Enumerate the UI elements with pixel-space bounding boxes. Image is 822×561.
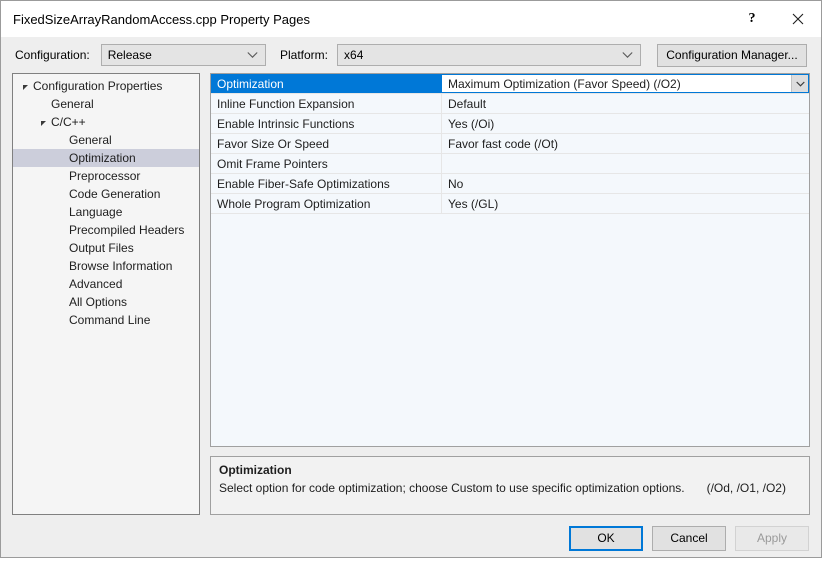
chevron-down-icon <box>622 52 633 58</box>
property-name: Favor Size Or Speed <box>211 134 442 153</box>
property-value-dropdown-button[interactable] <box>791 75 808 92</box>
configuration-bar: Configuration: Release Platform: x64 Con… <box>1 37 821 73</box>
title-bar-buttons: ? <box>729 1 821 37</box>
properties-tree[interactable]: Configuration Properties General C/C++ Gene… <box>12 73 200 515</box>
property-value[interactable]: Maximum Optimization (Favor Speed) (/O2) <box>442 74 809 93</box>
property-name: Inline Function Expansion <box>211 94 442 113</box>
property-value[interactable]: No <box>442 174 809 193</box>
tree-item-label: Configuration Properties <box>33 79 163 93</box>
property-row[interactable]: Favor Size Or Speed Favor fast code (/Ot) <box>211 134 809 154</box>
property-pages-dialog: FixedSizeArrayRandomAccess.cpp Property … <box>0 0 822 558</box>
platform-select[interactable]: x64 <box>337 44 641 66</box>
tree-item-optimization[interactable]: Optimization <box>13 149 199 167</box>
chevron-down-icon <box>247 52 258 58</box>
property-value[interactable] <box>442 154 809 173</box>
tree-item-c-c[interactable]: C/C++ <box>13 113 199 131</box>
triangle-expanded-icon <box>41 120 46 126</box>
close-button[interactable] <box>775 1 821 37</box>
tree-item-label: Precompiled Headers <box>69 223 185 237</box>
help-button[interactable]: ? <box>729 1 775 37</box>
tree-item-preprocessor[interactable]: Preprocessor <box>13 167 199 185</box>
tree-expander-expanded-icon[interactable] <box>37 120 50 126</box>
tree-item-precompiled-headers[interactable]: Precompiled Headers <box>13 221 199 239</box>
tree-expander-expanded-icon[interactable] <box>19 84 32 90</box>
property-row[interactable]: Omit Frame Pointers <box>211 154 809 174</box>
configuration-select[interactable]: Release <box>100 44 267 66</box>
property-row[interactable]: Inline Function Expansion Default <box>211 94 809 114</box>
tree-item-label: All Options <box>69 295 128 309</box>
property-row[interactable]: Optimization Maximum Optimization (Favor … <box>211 74 809 94</box>
description-title: Optimization <box>219 463 292 477</box>
tree-item-label: Preprocessor <box>69 169 141 183</box>
tree-item-label: Output Files <box>69 241 134 255</box>
tree-item-label: Browse Information <box>69 259 173 273</box>
tree-item-label: C/C++ <box>51 115 86 129</box>
tree-item-code-generation[interactable]: Code Generation <box>13 185 199 203</box>
cancel-button[interactable]: Cancel <box>652 525 726 551</box>
right-column: Optimization Maximum Optimization (Favor … <box>210 73 810 515</box>
tree-item-label: Command Line <box>69 313 151 327</box>
property-grid[interactable]: Optimization Maximum Optimization (Favor … <box>210 73 810 447</box>
tree-item-label: General <box>51 97 94 111</box>
description-body: Select option for code optimization; cho… <box>219 481 801 495</box>
chevron-down-icon <box>795 81 805 87</box>
property-value-text: Yes (/GL) <box>448 196 499 211</box>
property-value-text: No <box>448 176 464 191</box>
tree-item-general[interactable]: General <box>13 95 199 113</box>
tree-item-label: General <box>69 133 112 147</box>
property-value[interactable]: Yes (/GL) <box>442 194 809 213</box>
property-name: Optimization <box>211 74 442 93</box>
tree-item-command-line[interactable]: Command Line <box>13 311 199 329</box>
property-name: Enable Fiber-Safe Optimizations <box>211 174 442 193</box>
property-value-text: Favor fast code (/Ot) <box>448 136 559 151</box>
question-mark-icon: ? <box>748 11 756 26</box>
tree-item-label: Optimization <box>69 151 136 165</box>
tree-item-label: Language <box>69 205 123 219</box>
title-bar: FixedSizeArrayRandomAccess.cpp Property … <box>1 1 821 37</box>
property-row[interactable]: Enable Intrinsic Functions Yes (/Oi) <box>211 114 809 134</box>
tree-item-advanced[interactable]: Advanced <box>13 275 199 293</box>
tree-item-output-files[interactable]: Output Files <box>13 239 199 257</box>
platform-label: Platform: <box>280 48 329 62</box>
property-value[interactable]: Default <box>442 94 809 113</box>
dialog-footer: OK Cancel Apply <box>1 515 821 561</box>
configuration-manager-button[interactable]: Configuration Manager... <box>656 43 807 67</box>
tree-item-language[interactable]: Language <box>13 203 199 221</box>
tree-item-label: Advanced <box>69 277 123 291</box>
tree-item-browse-information[interactable]: Browse Information <box>13 257 199 275</box>
tree-item-all-options[interactable]: All Options <box>13 293 199 311</box>
property-name: Omit Frame Pointers <box>211 154 442 173</box>
property-row[interactable]: Enable Fiber-Safe Optimizations No <box>211 174 809 194</box>
dialog-content: Configuration Properties General C/C++ Gene… <box>1 73 821 515</box>
description-text: Select option for code optimization; cho… <box>219 481 685 495</box>
property-value-text: Default <box>448 96 487 111</box>
platform-value: x64 <box>344 48 364 62</box>
description-flags: (/Od, /O1, /O2) <box>706 481 786 495</box>
configuration-label: Configuration: <box>15 48 90 62</box>
property-name: Enable Intrinsic Functions <box>211 114 442 133</box>
window-title: FixedSizeArrayRandomAccess.cpp Property … <box>13 11 310 27</box>
property-value-text: Yes (/Oi) <box>448 116 495 131</box>
property-value-text: Maximum Optimization (Favor Speed) (/O2) <box>448 76 681 91</box>
property-name: Whole Program Optimization <box>211 194 442 213</box>
tree-item-label: Code Generation <box>69 187 161 201</box>
triangle-expanded-icon <box>23 84 28 90</box>
configuration-value: Release <box>107 48 152 62</box>
property-row[interactable]: Whole Program Optimization Yes (/GL) <box>211 194 809 214</box>
ok-button[interactable]: OK <box>569 525 643 551</box>
description-panel: Optimization Select option for code opti… <box>210 456 810 515</box>
property-value[interactable]: Yes (/Oi) <box>442 114 809 133</box>
close-icon <box>792 13 804 25</box>
tree-item-general[interactable]: General <box>13 131 199 149</box>
tree-item-configuration-properties[interactable]: Configuration Properties <box>13 77 199 95</box>
apply-button[interactable]: Apply <box>735 525 809 551</box>
property-value[interactable]: Favor fast code (/Ot) <box>442 134 809 153</box>
